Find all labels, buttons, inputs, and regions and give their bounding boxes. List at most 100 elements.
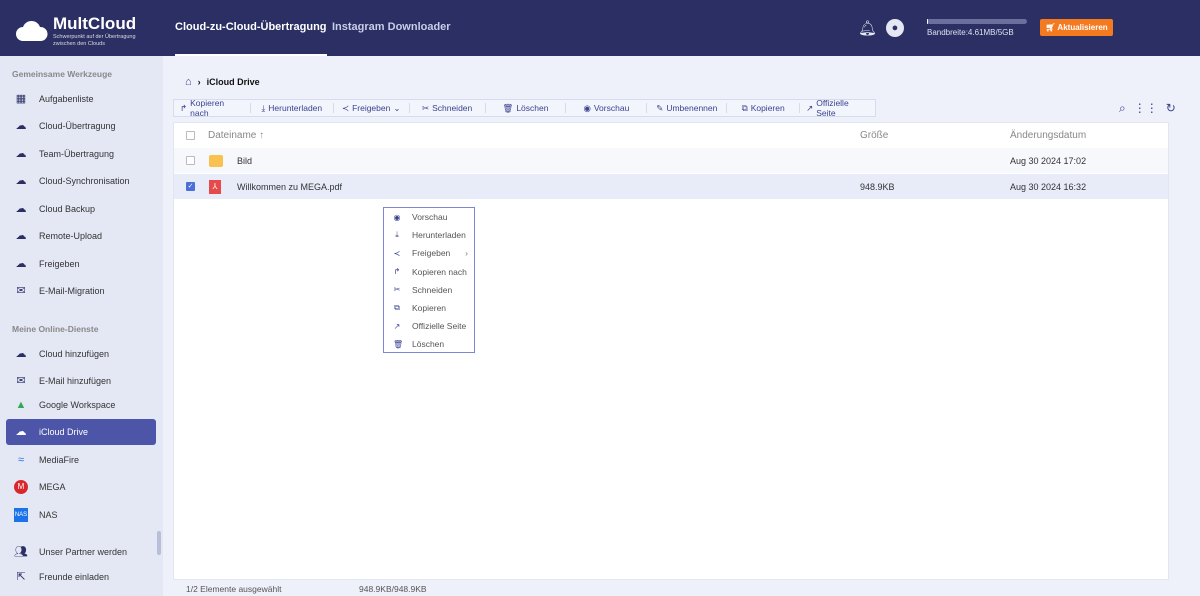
cloud-backup-icon: ☁ xyxy=(15,203,27,215)
sidebar-item-google-workspace[interactable]: ▲ Google Workspace xyxy=(6,392,156,418)
share-arrow-icon: ↱ xyxy=(180,102,188,113)
context-menu: ◉ Vorschau ⤓ Herunterladen ≺ Freigeben › ↱ Ko… xyxy=(383,207,475,353)
sidebar-item-task-list[interactable]: ▦ Aufgabenliste xyxy=(6,86,156,112)
menu-item-cut[interactable]: ✂ Schneiden xyxy=(384,281,474,299)
menu-item-preview[interactable]: ◉ Vorschau xyxy=(384,208,474,226)
sidebar-item-invite[interactable]: ⇱ Freunde einladen xyxy=(6,564,156,590)
selection-size: 948.9KB/948.9KB xyxy=(359,584,427,594)
label: MEGA xyxy=(39,482,66,492)
label: Schneiden xyxy=(432,103,473,113)
download-button[interactable]: ⤓ Herunterladen xyxy=(251,103,334,113)
sidebar-item-team-transfer[interactable]: ☁ Team-Übertragung xyxy=(6,141,156,167)
file-table: Dateiname ↑ Größe Änderungsdatum Bild Au… xyxy=(173,122,1169,580)
file-date: Aug 30 2024 17:02 xyxy=(1010,155,1087,166)
copy-button[interactable]: ⧉ Kopieren xyxy=(727,103,801,113)
menu-item-share[interactable]: ≺ Freigeben › xyxy=(384,244,474,262)
scissors-icon: ✂ xyxy=(393,285,401,295)
upgrade-label: Aktualisieren xyxy=(1057,23,1108,32)
sidebar-item-partner[interactable]: 👥︎ Unser Partner werden xyxy=(6,539,156,565)
label: Kopieren xyxy=(750,103,785,113)
label: Offizielle Seite xyxy=(412,321,467,332)
eye-icon: ◉ xyxy=(583,102,591,113)
label: Team-Übertragung xyxy=(39,149,115,159)
external-link-icon: ⇱ xyxy=(16,571,26,583)
sidebar-item-cloud-sync[interactable]: ☁ Cloud-Synchronisation xyxy=(6,168,156,194)
sidebar-item-add-email[interactable]: ✉ E-Mail hinzufügen xyxy=(6,368,156,394)
delete-button[interactable]: 🗑︎ Löschen xyxy=(486,103,567,113)
label: Unser Partner werden xyxy=(39,547,128,557)
share-button[interactable]: ≺ Freigeben ⌄ xyxy=(334,103,410,113)
cut-button[interactable]: ✂ Schneiden xyxy=(410,103,486,113)
copy-icon: ⧉ xyxy=(394,303,400,313)
menu-item-copy[interactable]: ⧉ Kopieren xyxy=(384,299,474,317)
select-all-checkbox[interactable] xyxy=(186,131,195,140)
sidebar-item-cloud-transfer[interactable]: ☁ Cloud-Übertragung xyxy=(6,113,156,139)
tab-cloud-transfer[interactable]: Cloud-zu-Cloud-Übertragung xyxy=(175,21,327,56)
eye-icon: ◉ xyxy=(393,212,401,222)
label: Aufgabenliste xyxy=(39,94,94,104)
file-size: 948.9KB xyxy=(860,181,895,192)
file-name[interactable]: Bild xyxy=(237,156,252,166)
sidebar-item-nas[interactable]: NAS NAS xyxy=(6,502,156,528)
rename-button[interactable]: ✎ Umbenennen xyxy=(647,102,728,113)
sidebar-item-mega[interactable]: M MEGA xyxy=(6,474,156,500)
file-name[interactable]: Willkommen zu MEGA.pdf xyxy=(237,182,342,192)
row-checkbox[interactable]: ✓ xyxy=(186,182,195,191)
label: Vorschau xyxy=(593,103,630,113)
breadcrumb-current[interactable]: iCloud Drive xyxy=(207,77,260,87)
menu-item-official-site[interactable]: ↗ Offizielle Seite xyxy=(384,317,474,335)
logo[interactable]: MultCloud Schwerpunkt auf der Übertragun… xyxy=(15,14,143,48)
header-size[interactable]: Größe xyxy=(860,130,888,141)
pencil-icon: ✎ xyxy=(656,102,664,113)
sidebar-item-icloud-drive[interactable]: ☁ iCloud Drive xyxy=(6,419,156,445)
bandwidth-bar xyxy=(927,19,1027,24)
logo-tagline: Schwerpunkt auf der Übertragung zwischen… xyxy=(53,34,136,47)
label: Offizielle Seite xyxy=(816,98,849,118)
preview-button[interactable]: ◉ Vorschau xyxy=(566,102,648,113)
header-date[interactable]: Änderungsdatum xyxy=(1010,130,1086,141)
chevron-right-icon: › xyxy=(465,248,468,259)
sidebar-item-remote-upload[interactable]: ☁ Remote-Upload xyxy=(6,223,156,249)
label: Freigeben xyxy=(352,103,391,113)
home-icon[interactable]: ⌂ xyxy=(185,76,192,88)
label: Remote-Upload xyxy=(39,231,103,241)
row-checkbox[interactable] xyxy=(186,156,195,165)
sidebar-scrollbar[interactable] xyxy=(157,531,161,555)
copy-to-button[interactable]: ↱ Kopieren nach xyxy=(174,98,251,118)
arrow-up-right-icon: ↗ xyxy=(393,321,401,331)
label: Freigeben xyxy=(412,248,451,259)
trash-icon: 🗑︎ xyxy=(393,339,404,349)
official-site-button[interactable]: ↗ Offizielle Seite xyxy=(800,98,875,118)
mediafire-icon: ≈ xyxy=(17,454,25,466)
bell-icon[interactable]: 🔔︎ xyxy=(858,19,877,37)
pdf-icon: ⅄ xyxy=(209,179,221,194)
menu-item-delete[interactable]: 🗑︎ Löschen xyxy=(384,335,474,353)
nas-icon: NAS xyxy=(14,508,28,522)
upgrade-button[interactable]: 🛒︎ Aktualisieren xyxy=(1040,19,1113,36)
tab-instagram-downloader[interactable]: Instagram Downloader xyxy=(332,21,451,33)
sidebar-item-share[interactable]: ☁ Freigeben xyxy=(6,251,156,277)
download-icon: ⤓ xyxy=(395,230,399,240)
sidebar-item-email-migration[interactable]: ✉ E-Mail-Migration xyxy=(6,278,156,304)
table-header: Dateiname ↑ Größe Änderungsdatum xyxy=(174,123,1168,148)
share-icon: ≺ xyxy=(393,248,401,258)
label: Kopieren xyxy=(412,303,447,314)
refresh-icon[interactable]: ↻ xyxy=(1166,101,1176,116)
header-name[interactable]: Dateiname ↑ xyxy=(208,130,264,141)
table-row[interactable]: Bild Aug 30 2024 17:02 xyxy=(174,148,1168,173)
sidebar-item-mediafire[interactable]: ≈ MediaFire xyxy=(6,447,156,473)
sidebar-item-cloud-backup[interactable]: ☁ Cloud Backup xyxy=(6,196,156,222)
table-row[interactable]: ✓ ⅄ Willkommen zu MEGA.pdf 948.9KB Aug 3… xyxy=(174,174,1168,199)
menu-item-copy-to[interactable]: ↱ Kopieren nach xyxy=(384,263,474,281)
label: NAS xyxy=(39,510,58,520)
grid-view-icon[interactable]: ⋮⋮ xyxy=(1134,101,1158,116)
avatar[interactable]: ● xyxy=(886,19,904,37)
label: iCloud Drive xyxy=(39,427,89,437)
sidebar-item-add-cloud[interactable]: ☁ Cloud hinzufügen xyxy=(6,341,156,367)
search-icon[interactable]: ⌕ xyxy=(1119,101,1126,116)
download-icon: ⤓ xyxy=(261,102,266,113)
bandwidth-text: Bandbreite:4.61MB/5GB xyxy=(927,28,1014,37)
label: Cloud Backup xyxy=(39,204,96,214)
file-date: Aug 30 2024 16:32 xyxy=(1010,181,1087,192)
menu-item-download[interactable]: ⤓ Herunterladen xyxy=(384,226,474,244)
